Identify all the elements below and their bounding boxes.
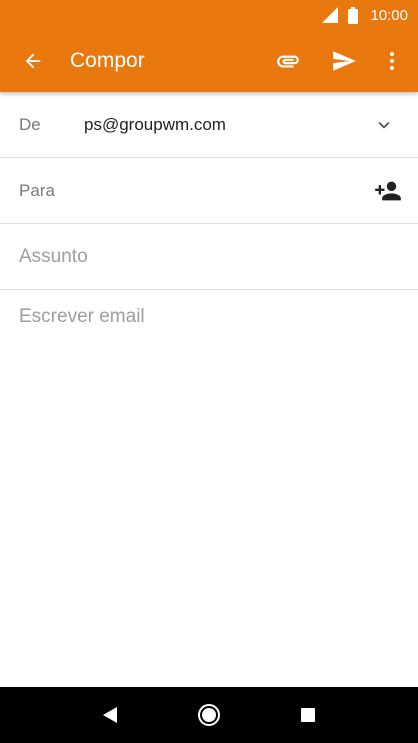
subject-row [0, 224, 418, 290]
send-icon [333, 51, 356, 71]
from-row[interactable]: De ps@groupwm.com [0, 92, 418, 158]
cellular-signal-icon [322, 7, 339, 23]
from-label: De [19, 114, 41, 134]
back-arrow-icon [25, 53, 41, 69]
nav-back-button[interactable] [86, 691, 134, 739]
home-circle-icon [197, 704, 220, 726]
email-body-field[interactable] [19, 306, 399, 676]
compose-screen: 10:00 Compor De ps@groupwm.com Para Assu… [0, 0, 418, 743]
to-label: Para [19, 180, 55, 200]
battery-icon [348, 6, 359, 24]
person-add-icon [375, 181, 401, 200]
attachment-icon [277, 55, 299, 68]
send-button[interactable] [322, 39, 366, 83]
back-triangle-icon [102, 707, 117, 723]
nav-recents-button[interactable] [284, 691, 332, 739]
to-row: Para [0, 158, 418, 224]
nav-home-button[interactable] [185, 691, 233, 739]
status-bar: 10:00 [0, 0, 418, 30]
to-field[interactable] [84, 170, 366, 211]
from-dropdown-button[interactable] [362, 103, 406, 147]
status-time: 10:00 [370, 6, 408, 24]
page-title: Compor [70, 49, 145, 72]
back-button[interactable] [11, 39, 55, 83]
attach-button[interactable] [266, 39, 310, 83]
system-nav-bar [0, 687, 418, 743]
more-options-button[interactable] [370, 39, 414, 83]
from-account-value[interactable]: ps@groupwm.com [84, 115, 362, 135]
app-bar: Compor [0, 30, 418, 92]
more-vert-icon [390, 52, 394, 70]
chevron-down-icon [378, 121, 390, 129]
recents-square-icon [301, 708, 316, 722]
add-recipient-button[interactable] [366, 169, 410, 213]
subject-field[interactable] [19, 236, 418, 277]
